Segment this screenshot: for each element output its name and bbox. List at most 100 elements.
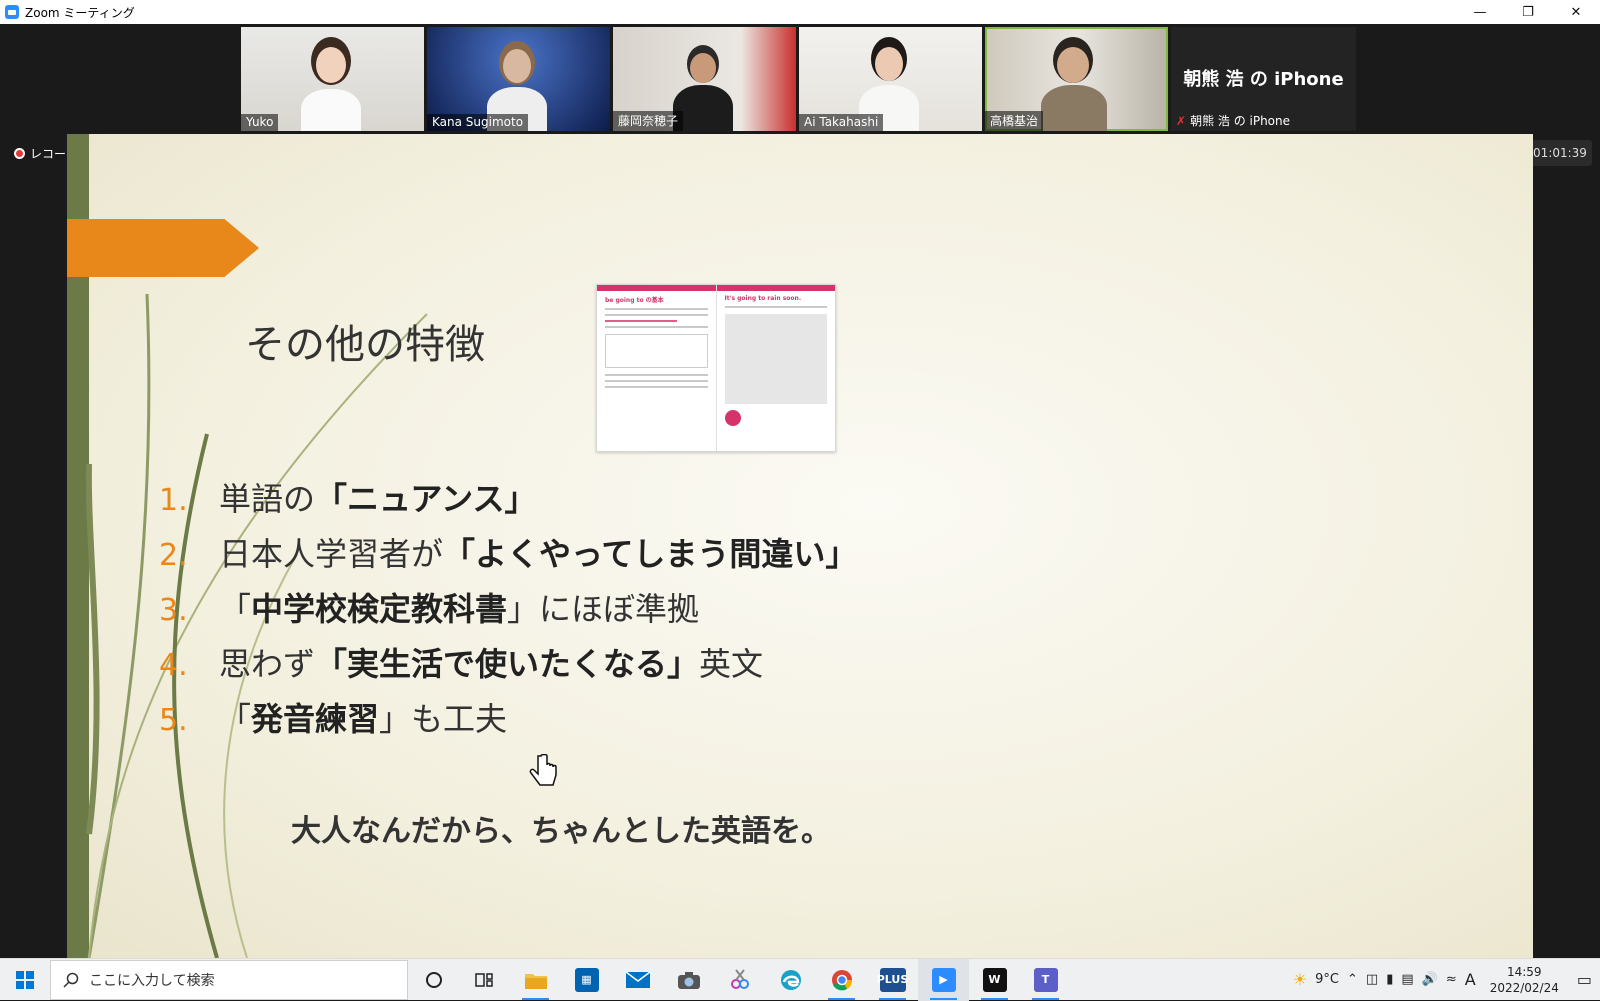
participant-name: Yuko [241,114,279,131]
item-text: 英文 [699,645,764,683]
edge-browser-icon [780,969,801,990]
w-app-icon: W [982,967,1007,992]
minimize-button[interactable]: — [1456,0,1504,24]
textbook-image: be going to の基本 It's going to rain soon. [596,284,836,452]
item-text: 「 [219,590,252,628]
item-text: 」にほぼ準拠 [507,590,700,628]
weather-temperature[interactable]: 9°C [1315,972,1339,987]
chrome-icon [831,969,852,990]
network-icon[interactable]: ▤ [1401,972,1413,987]
video-tile-takahashi-active[interactable]: 高橋基治 [985,27,1168,131]
video-tile-iphone-no-video[interactable]: 朝熊 浩 の iPhone ✗ 朝熊 浩 の iPhone [1171,27,1356,131]
windows-taskbar: ここに入力して検索 ▦ PLUS ▶ W T ☀ 9°C ⌃ ◫ ▮ ▤ 🔊 ≈… [0,958,1600,1001]
title-bar: Zoom ミーティング — ❐ ✕ [0,0,1600,24]
video-gallery-strip: Yuko Kana Sugimoto 藤岡奈穂子 Ai Takahashi 高橋… [241,27,1356,131]
zoom-taskbar-button[interactable]: ▶ [918,958,969,1001]
device-icon[interactable]: ◫ [1366,972,1378,987]
hand-pointer-cursor-icon [529,754,557,786]
file-explorer-button[interactable] [510,959,561,1001]
zoom-app-icon [5,5,19,19]
participant-name: Ai Takahashi [799,114,884,131]
folder-icon [524,973,547,989]
participant-name: 藤岡奈穂子 [613,111,684,131]
store-button[interactable]: ▦ [561,959,612,1001]
item-bold-text: 「ニュアンス」 [315,480,537,518]
book-badge-icon [724,410,741,426]
wifi-icon[interactable]: ≈ [1446,972,1457,987]
zoom-icon: ▶ [931,967,956,992]
video-tile-kana-sugimoto[interactable]: Kana Sugimoto [427,27,610,131]
feature-list: 1. 単語の 「ニュアンス」 2. 日本人学習者が 「よくやってしまう間違い」 3.… [159,474,857,749]
list-item: 4. 思わず 「実生活で使いたくなる」 英文 [159,639,857,694]
task-view-icon [474,972,493,987]
book-left-heading: be going to の基本 [605,297,664,304]
list-number: 3. [159,593,188,628]
slide-title: その他の特徴 [245,322,485,368]
snip-sketch-button[interactable] [714,959,765,1001]
volume-icon[interactable]: 🔊 [1422,972,1438,987]
item-text: 」も工夫 [379,700,508,738]
item-bold-text: 中学校検定教科書 [251,590,508,628]
title-accent-arrow [67,219,259,277]
close-button[interactable]: ✕ [1552,0,1600,24]
list-number: 4. [159,648,188,683]
item-bold-text: 「よくやってしまう間違い」 [443,535,858,573]
participant-name: 朝熊 浩 の iPhone [1190,114,1291,128]
mail-button[interactable] [612,959,663,1001]
start-button[interactable] [0,959,50,1001]
item-bold-text: 発音練習 [251,700,380,738]
list-number: 2. [159,538,188,573]
item-text: 日本人学習者が [219,535,444,573]
clock-date: 2022/02/24 [1489,980,1559,995]
taskbar-search-box[interactable]: ここに入力して検索 [50,959,408,1000]
teams-button[interactable]: T [1020,959,1071,1001]
weather-sun-icon: ☀ [1292,970,1308,989]
notification-center-icon[interactable]: ▭ [1577,970,1592,989]
meeting-area: Yuko Kana Sugimoto 藤岡奈穂子 Ai Takahashi 高橋… [0,24,1600,958]
edge-button[interactable] [765,959,816,1001]
webex-button[interactable]: W [969,959,1020,1001]
book-page-right: It's going to rain soon. [715,285,835,451]
video-tile-ai-takahashi[interactable]: Ai Takahashi [799,27,982,131]
restore-button[interactable]: ❐ [1504,0,1552,24]
battery-icon[interactable]: ▮ [1386,972,1393,987]
meeting-timer: 01:01:39 [1528,140,1592,166]
item-text: 「 [219,700,252,738]
item-text: 単語の [219,480,316,518]
chrome-button[interactable] [816,959,867,1001]
shared-screen-slide: その他の特徴 be going to の基本 It's going to rai… [67,134,1533,958]
item-bold-text: 「実生活で使いたくなる」 [315,645,700,683]
search-icon [63,972,79,988]
window-title: Zoom ミーティング [25,5,135,20]
system-tray: ☀ 9°C ⌃ ◫ ▮ ▤ 🔊 ≈ A 14:59 2022/02/24 ▭ [1293,964,1600,996]
participant-name-with-muted-mic: ✗ 朝熊 浩 の iPhone [1171,111,1295,131]
list-number: 1. [159,483,188,518]
plus-app-button[interactable]: PLUS [867,959,918,1001]
mail-icon [625,970,650,988]
list-number: 5. [159,703,188,738]
camera-icon [677,971,700,989]
item-text: 思わず [219,645,316,683]
video-tile-yuko[interactable]: Yuko [241,27,424,131]
cortana-circle-icon [425,971,442,988]
recording-dot-icon [14,148,25,159]
taskbar-clock[interactable]: 14:59 2022/02/24 [1490,964,1559,996]
task-view-button[interactable] [459,959,510,1001]
list-item: 1. 単語の 「ニュアンス」 [159,474,857,529]
camera-button[interactable] [663,959,714,1001]
video-tile-fujioka[interactable]: 藤岡奈穂子 [613,27,796,131]
windows-logo-icon [16,970,34,989]
store-bag-icon: ▦ [574,967,599,992]
list-item: 5. 「発音練習 」も工夫 [159,694,857,749]
participant-name: 高橋基治 [985,111,1044,131]
book-page-left: be going to の基本 [597,285,716,451]
show-hidden-icons-chevron-icon[interactable]: ⌃ [1347,972,1358,987]
participant-display-name: 朝熊 浩 の iPhone [1183,69,1344,90]
search-placeholder: ここに入力して検索 [89,972,215,989]
cortana-button[interactable] [408,959,459,1001]
mic-muted-icon: ✗ [1176,114,1187,128]
snip-sketch-icon [730,968,749,989]
ime-indicator[interactable]: A [1465,970,1476,989]
list-item: 2. 日本人学習者が 「よくやってしまう間違い」 [159,529,857,584]
clock-time: 14:59 [1506,964,1542,979]
